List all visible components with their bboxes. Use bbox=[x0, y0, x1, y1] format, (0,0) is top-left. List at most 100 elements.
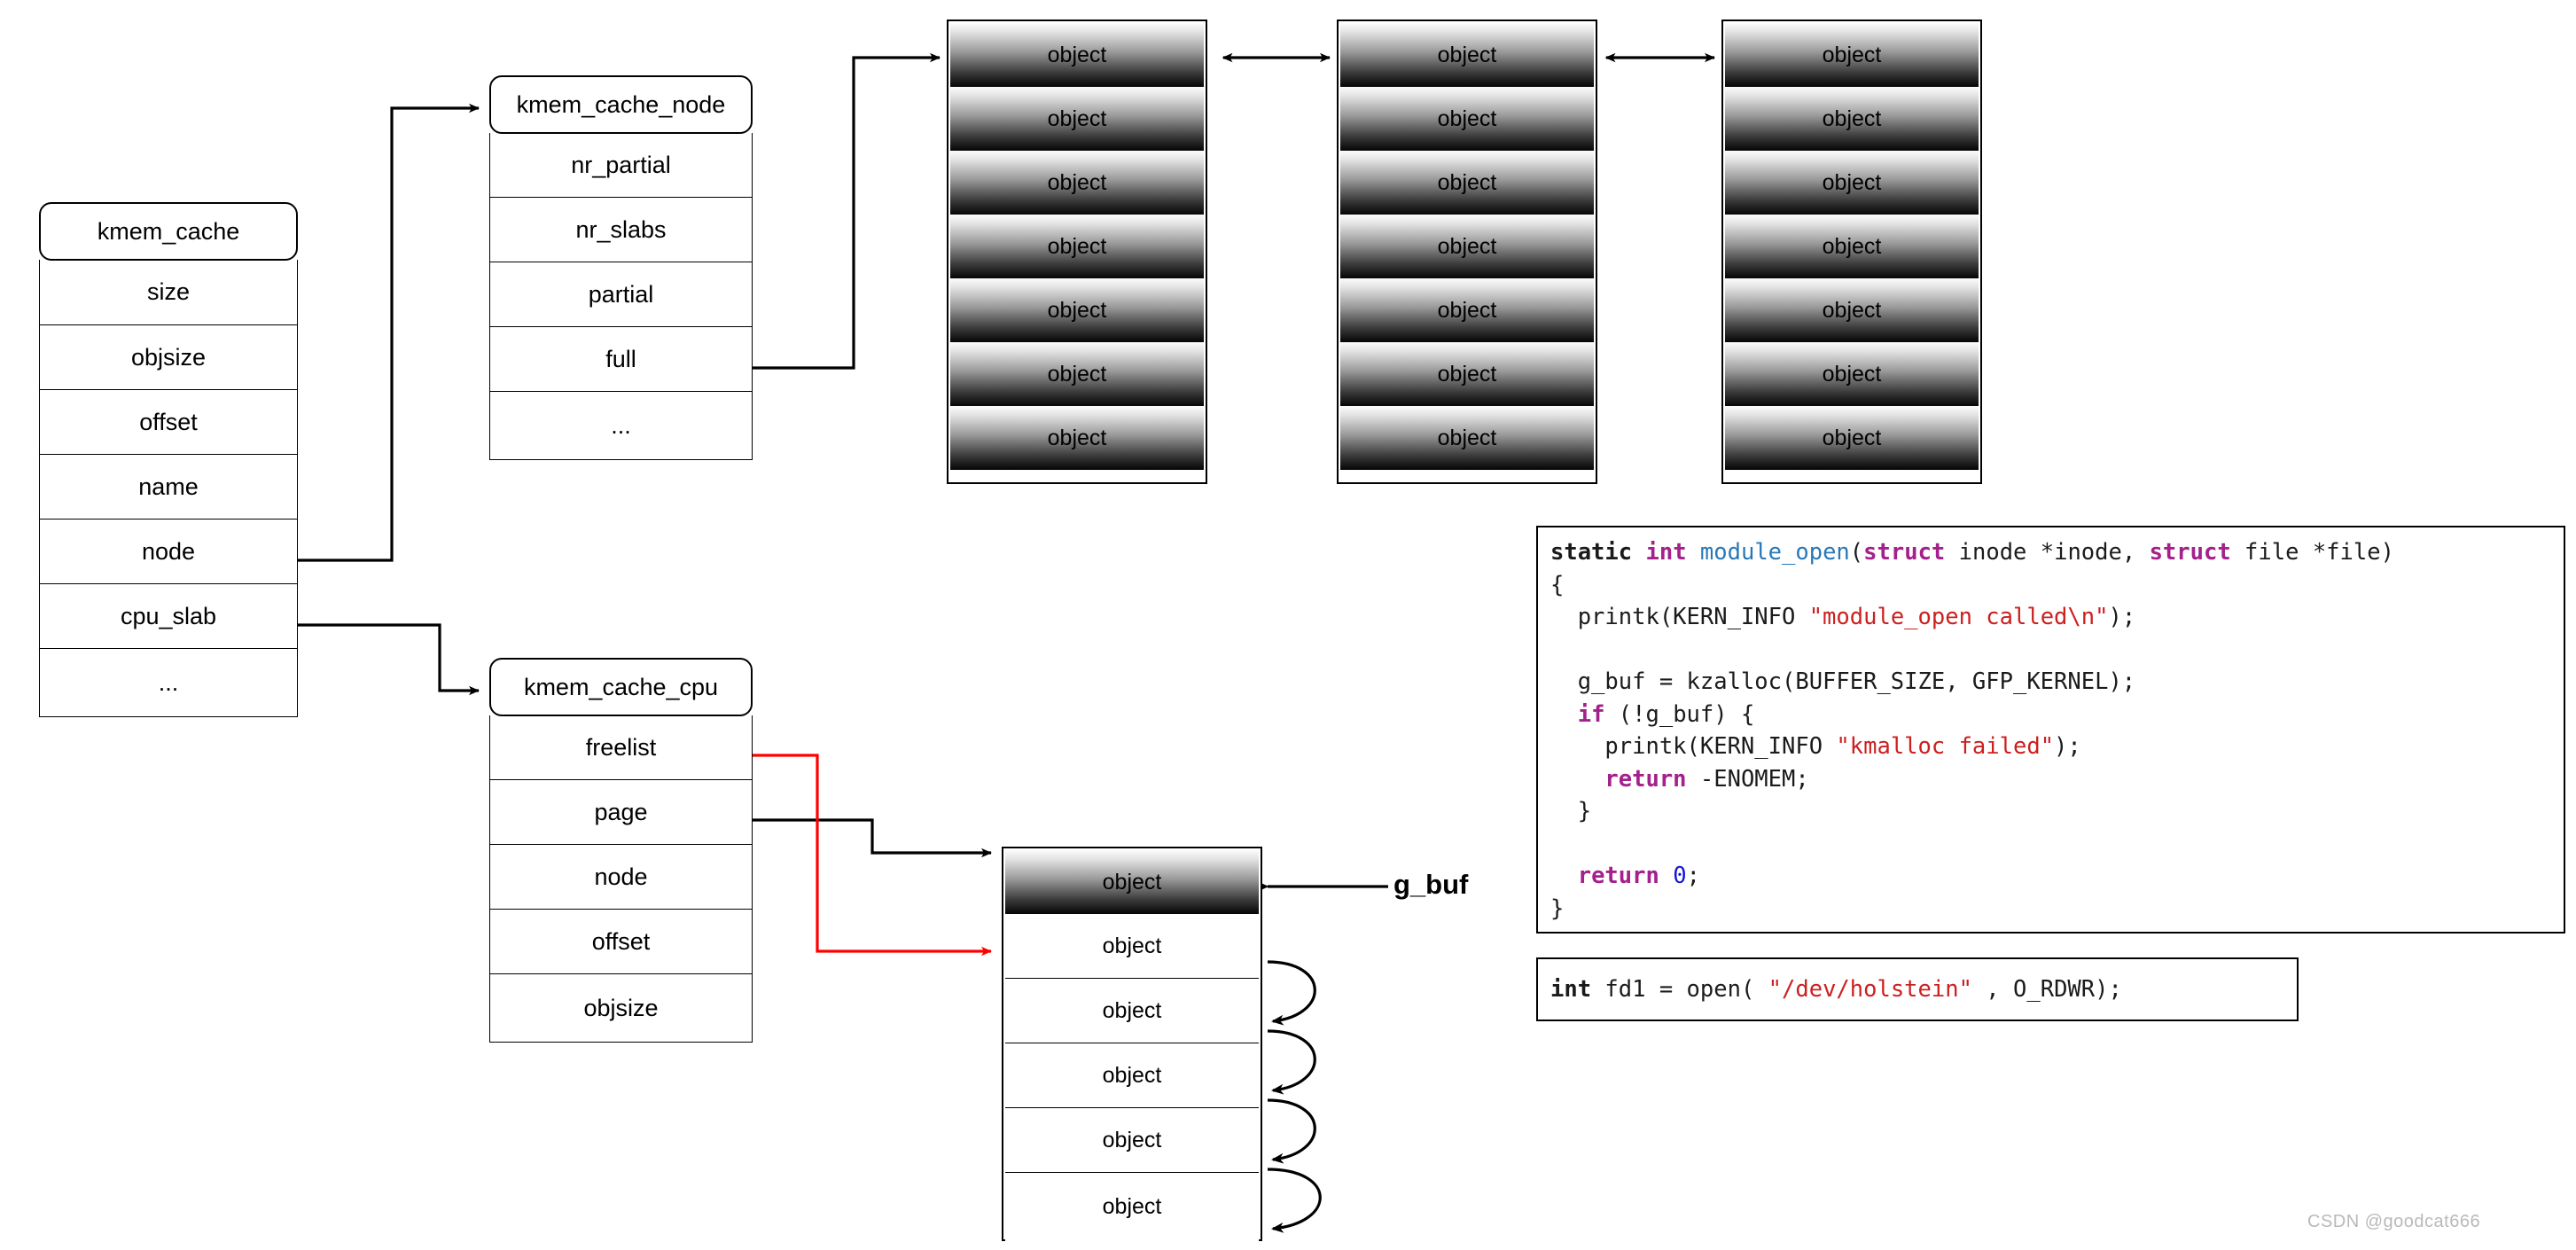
slab-object: object bbox=[1340, 87, 1594, 151]
slab-object: object bbox=[1725, 215, 1979, 278]
object-label: object bbox=[1437, 361, 1497, 387]
slab-object: object bbox=[950, 87, 1204, 151]
slab-object: object bbox=[1725, 406, 1979, 470]
slab-object: object bbox=[950, 215, 1204, 278]
g-buf-label: g_buf bbox=[1393, 869, 1468, 901]
field-row: offset bbox=[490, 910, 752, 974]
object-label: object bbox=[1437, 169, 1497, 195]
field-label: full bbox=[605, 345, 636, 372]
slab-object: object bbox=[950, 342, 1204, 406]
object-label: object bbox=[1047, 169, 1107, 195]
field-row: ... bbox=[490, 392, 752, 459]
field-row: cpu_slab bbox=[40, 584, 297, 649]
field-label: page bbox=[594, 798, 648, 825]
field-label: ... bbox=[158, 668, 179, 696]
field-label: name bbox=[138, 473, 199, 500]
object-label: object bbox=[1102, 933, 1162, 958]
slab-full-3: object object object object object objec… bbox=[1721, 20, 1982, 484]
slab-object: object bbox=[1340, 23, 1594, 87]
slab-object-allocated: object bbox=[1005, 850, 1259, 914]
struct-kmem-cache-cpu: kmem_cache_cpu freelist page node offset… bbox=[489, 658, 753, 1043]
object-label: object bbox=[1437, 297, 1497, 323]
object-label: object bbox=[1822, 361, 1882, 387]
field-row: node bbox=[40, 520, 297, 584]
slab-object: object bbox=[1725, 151, 1979, 215]
field-label: partial bbox=[588, 280, 654, 308]
slab-object-free: object bbox=[1005, 1043, 1259, 1108]
g-buf-text: g_buf bbox=[1393, 869, 1469, 900]
diagram-canvas: kmem_cache size objsize offset name node… bbox=[0, 0, 2576, 1250]
slab-object: object bbox=[1340, 342, 1594, 406]
struct-kmem-cache-cpu-name: kmem_cache_cpu bbox=[523, 673, 719, 700]
slab-object: object bbox=[950, 278, 1204, 342]
field-label: offset bbox=[591, 927, 651, 955]
object-label: object bbox=[1102, 1062, 1162, 1088]
object-label: object bbox=[1047, 105, 1107, 131]
struct-kmem-cache-cpu-fields: freelist page node offset objsize bbox=[489, 715, 753, 1043]
object-label: object bbox=[1102, 997, 1162, 1023]
field-label: node bbox=[141, 537, 196, 565]
object-label: object bbox=[1822, 169, 1882, 195]
field-label: nr_partial bbox=[571, 151, 671, 178]
object-label: object bbox=[1437, 42, 1497, 67]
watermark: CSDN @goodcat666 bbox=[2307, 1212, 2480, 1232]
slab-object-free: object bbox=[1005, 979, 1259, 1043]
object-label: object bbox=[1822, 297, 1882, 323]
field-label: nr_slabs bbox=[575, 215, 667, 243]
field-label: objsize bbox=[130, 343, 207, 371]
slab-object: object bbox=[950, 23, 1204, 87]
field-label: freelist bbox=[585, 733, 657, 761]
slab-full-1: object object object object object objec… bbox=[947, 20, 1207, 484]
field-row: name bbox=[40, 455, 297, 520]
object-label: object bbox=[1822, 105, 1882, 131]
struct-kmem-cache-fields: size objsize offset name node cpu_slab .… bbox=[39, 260, 298, 717]
slab-object: object bbox=[950, 151, 1204, 215]
object-label: object bbox=[1822, 233, 1882, 259]
object-label: object bbox=[1437, 233, 1497, 259]
field-label: node bbox=[594, 863, 648, 890]
object-label: object bbox=[1437, 105, 1497, 131]
slab-object-free: object bbox=[1005, 914, 1259, 979]
field-row: partial bbox=[490, 262, 752, 327]
slab-object: object bbox=[1725, 87, 1979, 151]
struct-kmem-cache-node-name: kmem_cache_node bbox=[516, 90, 726, 118]
field-row: objsize bbox=[490, 974, 752, 1042]
field-row: offset bbox=[40, 390, 297, 455]
field-row: node bbox=[490, 845, 752, 910]
slab-object-free: object bbox=[1005, 1173, 1259, 1241]
object-label: object bbox=[1047, 297, 1107, 323]
struct-kmem-cache-cpu-title: kmem_cache_cpu bbox=[489, 658, 753, 716]
object-label: object bbox=[1822, 42, 1882, 67]
field-label: ... bbox=[611, 411, 631, 439]
field-row: objsize bbox=[40, 325, 297, 390]
object-label: object bbox=[1437, 425, 1497, 450]
object-label: object bbox=[1047, 233, 1107, 259]
field-row: ... bbox=[40, 649, 297, 716]
field-label: objsize bbox=[583, 994, 659, 1021]
code-panel-open-call: int fd1 = open( "/dev/holstein" , O_RDWR… bbox=[1536, 957, 2299, 1021]
object-label: object bbox=[1822, 425, 1882, 450]
struct-kmem-cache-node-title: kmem_cache_node bbox=[489, 75, 753, 134]
slab-object: object bbox=[1340, 278, 1594, 342]
object-label: object bbox=[1047, 42, 1107, 67]
slab-object: object bbox=[1725, 23, 1979, 87]
object-label: object bbox=[1102, 869, 1162, 895]
object-label: object bbox=[1102, 1194, 1162, 1219]
field-row: page bbox=[490, 780, 752, 845]
slab-object: object bbox=[1340, 215, 1594, 278]
field-row: freelist bbox=[490, 715, 752, 780]
field-row: size bbox=[40, 260, 297, 325]
slab-object: object bbox=[1340, 151, 1594, 215]
watermark-text: CSDN @goodcat666 bbox=[2307, 1212, 2481, 1231]
struct-kmem-cache-node-fields: nr_partial nr_slabs partial full ... bbox=[489, 133, 753, 460]
slab-object: object bbox=[950, 406, 1204, 470]
struct-kmem-cache: kmem_cache size objsize offset name node… bbox=[39, 202, 298, 717]
field-label: offset bbox=[139, 408, 198, 435]
slab-object-free: object bbox=[1005, 1108, 1259, 1173]
code-panel-module-open: static int module_open(struct inode *ino… bbox=[1536, 526, 2565, 934]
field-row: full bbox=[490, 327, 752, 392]
struct-kmem-cache-name: kmem_cache bbox=[97, 217, 240, 245]
struct-kmem-cache-title: kmem_cache bbox=[39, 202, 298, 261]
field-label: size bbox=[146, 278, 190, 305]
object-label: object bbox=[1047, 425, 1107, 450]
